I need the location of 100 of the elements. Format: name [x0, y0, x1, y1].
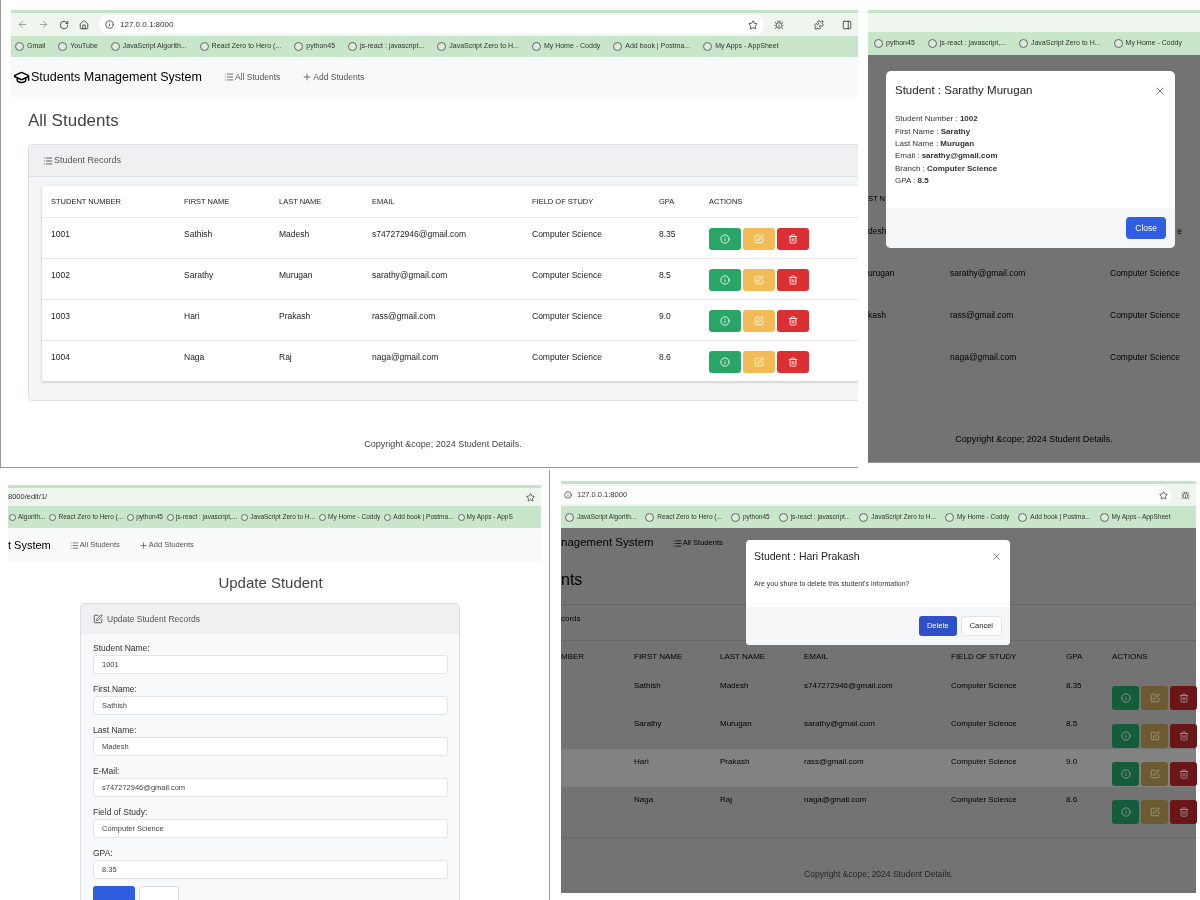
info-button[interactable]: [1112, 686, 1139, 710]
table-cell: desh: [868, 225, 887, 238]
table-cell-text: 8.6: [1066, 794, 1079, 806]
back-icon[interactable]: [17, 19, 28, 30]
table-cell: Computer Science: [1110, 351, 1180, 364]
table-cell-text: 1001: [51, 228, 71, 241]
bookmark-icon: [778, 512, 788, 522]
table-cell-text: rass@gmail.com: [372, 310, 437, 323]
edit-icon: [1149, 769, 1160, 779]
table-cell-text: Computer Science: [532, 269, 603, 282]
table-cell-text: Sathish: [184, 228, 214, 241]
footer-text: Copyright &cope; 2024 Student Details.: [803, 868, 954, 881]
edit-button[interactable]: [1141, 724, 1168, 748]
edit-button[interactable]: [743, 228, 775, 250]
bookmark-icon: [1099, 512, 1109, 522]
bookmark-icon: [199, 42, 209, 51]
bookmark-star-icon[interactable]: [526, 492, 535, 502]
info-button[interactable]: [709, 228, 741, 250]
table-cell-text: s747272946@gmail.com: [804, 680, 894, 692]
delete-button[interactable]: [1170, 724, 1197, 748]
trash-icon: [788, 275, 798, 285]
brand-title[interactable]: Students Management System: [31, 67, 202, 87]
table-cell-text: Prakash: [720, 756, 751, 768]
bookmark-icon: [565, 512, 574, 522]
forward-icon[interactable]: [38, 19, 49, 30]
table-cell-text: Raj: [279, 351, 293, 364]
table-cell-text: Computer Science: [532, 228, 603, 241]
table-cell-text: 8.5: [1066, 718, 1079, 730]
home-icon[interactable]: [79, 19, 89, 30]
delete-button[interactable]: [777, 228, 809, 250]
table-cell-text: 1003: [51, 310, 71, 323]
delete-button[interactable]: [777, 310, 809, 332]
info-button[interactable]: [1112, 762, 1139, 786]
table-cell-text: s747272946@gmail.com: [372, 228, 468, 241]
edit-button[interactable]: [743, 351, 775, 373]
extension-icon[interactable]: [1181, 490, 1190, 500]
trash-icon: [788, 316, 798, 326]
table-cell-text: sarathy@gmail.com: [372, 269, 449, 282]
nav-link[interactable]: All Students: [223, 70, 281, 84]
delete-button[interactable]: [777, 269, 809, 291]
bookmark-icon: [9, 513, 16, 521]
edit-icon: [754, 316, 764, 326]
trash-icon: [1178, 807, 1189, 817]
bookmark-icon: [874, 39, 883, 48]
nav-link[interactable]: Add Students: [302, 70, 365, 84]
table-cell: rass@gmail.com: [950, 309, 1014, 322]
list-icon: [223, 72, 234, 82]
edit-button[interactable]: [743, 310, 775, 332]
bookmark-star-icon[interactable]: [1159, 490, 1168, 500]
plus-icon: [302, 72, 313, 82]
table-cell: e: [1177, 225, 1182, 238]
edit-icon: [754, 357, 764, 367]
extension-icon[interactable]: [774, 19, 784, 30]
edit-button[interactable]: [1141, 686, 1168, 710]
brand-title[interactable]: t System: [8, 536, 51, 554]
edit-button[interactable]: [1141, 800, 1168, 824]
table-cell-text: Prakash: [279, 310, 312, 323]
column-header: FIRST NAME: [634, 651, 684, 663]
edit-icon: [1149, 731, 1160, 741]
info-button[interactable]: [1112, 724, 1139, 748]
delete-button[interactable]: [1170, 800, 1197, 824]
brand-title[interactable]: nagement System: [561, 534, 654, 552]
extensions-icon[interactable]: [814, 19, 824, 30]
bookmark-star-icon[interactable]: [748, 19, 758, 30]
field-label: E-Mail:: [93, 766, 121, 777]
reload-icon[interactable]: [59, 19, 69, 30]
footer-text: Copyright &cope; 2024 Student Details.: [954, 432, 1114, 446]
edit-icon: [754, 234, 764, 244]
bookmark-icon: [294, 42, 304, 51]
table-cell: sarathy@gmail.com: [950, 267, 1026, 280]
info-button[interactable]: [1112, 800, 1139, 824]
table-cell-text: 1002: [51, 269, 71, 282]
table-cell-text: Sathish: [634, 680, 662, 692]
trash-icon: [1178, 731, 1189, 741]
table-cell: kash: [868, 309, 886, 322]
close-button[interactable]: Close: [1126, 217, 1166, 239]
bookmark-icon: [437, 42, 447, 51]
table-cell-text: 8.5: [659, 269, 672, 282]
delete-button[interactable]: [1170, 686, 1197, 710]
close-icon[interactable]: [991, 551, 1002, 563]
info-button[interactable]: [709, 310, 741, 332]
address-bar[interactable]: 127.0.0.1:8000: [99, 15, 764, 34]
edit-button[interactable]: [743, 269, 775, 291]
table-cell-text: Madesh: [279, 228, 311, 241]
bookmark-icon: [348, 42, 358, 51]
field-label: Student Name:: [93, 643, 151, 654]
info-button[interactable]: [709, 269, 741, 291]
side-panel-icon[interactable]: [842, 19, 852, 30]
table-cell: naga@gmail.com: [950, 351, 1017, 364]
info-button[interactable]: [709, 351, 741, 373]
table-cell: Computer Science: [1110, 267, 1180, 280]
table-cell-text: 8.35: [1066, 680, 1083, 692]
delete-button[interactable]: [1170, 762, 1197, 786]
footer-text: Copyright &cope; 2024 Student Details.: [363, 438, 523, 451]
delete-button[interactable]: [777, 351, 809, 373]
edit-button[interactable]: [1141, 762, 1168, 786]
bookmark-icon: [318, 513, 326, 521]
info-icon: [1120, 769, 1131, 779]
card-title: Student Records: [54, 153, 122, 167]
info-icon: [720, 316, 730, 326]
